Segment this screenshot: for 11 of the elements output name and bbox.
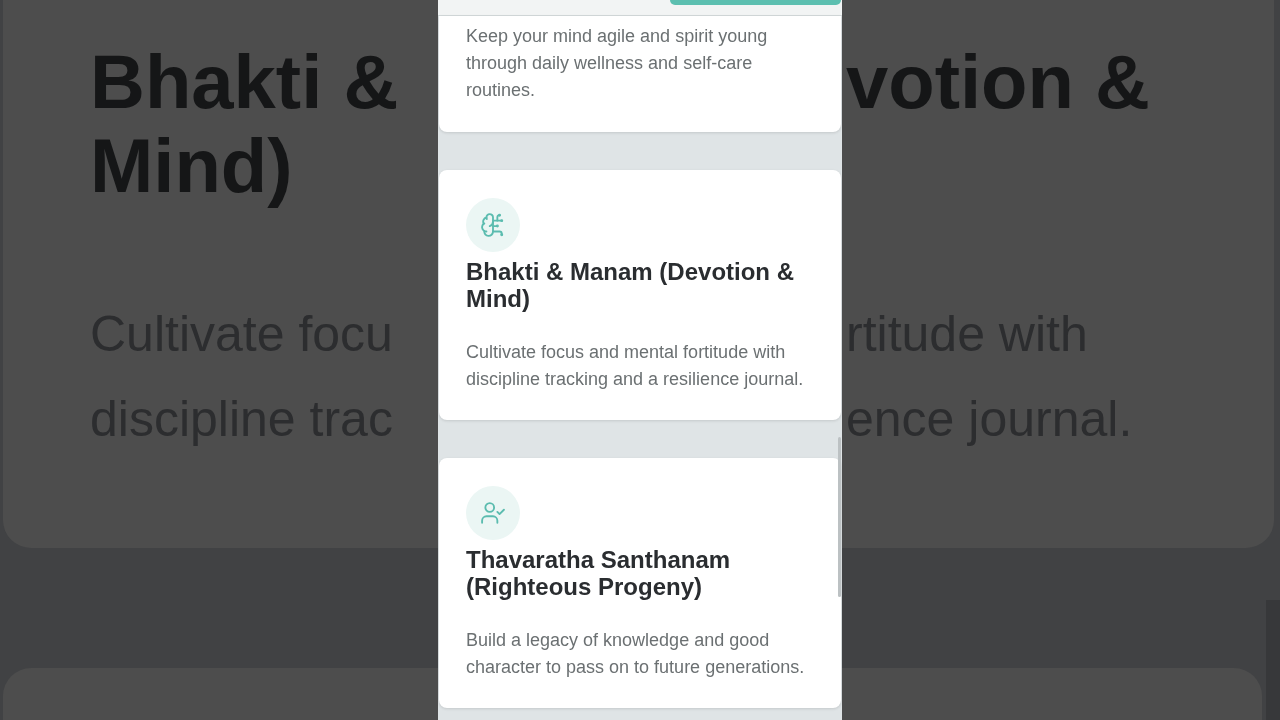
brain-circuit-icon (466, 198, 520, 252)
card-description: Cultivate focus and mental fortitude with discipline tracking and a resilience journal. (466, 341, 805, 391)
backdrop-title: Mind) (90, 124, 293, 208)
card-description: Build a legacy of knowledge and good character to pass on to future generations. (466, 629, 806, 679)
backdrop-title: votion & (846, 40, 1150, 124)
header-button[interactable] (670, 0, 841, 5)
card-description: Keep your mind agile and spirit young through daily wellness and self-care routines. (466, 25, 769, 102)
backdrop-title: Bhakti & (90, 40, 399, 124)
card-title: Thavaratha Santhanam (Righteous Progeny) (466, 546, 732, 600)
card-title: Bhakti & Manam (Devotion & Mind) (466, 258, 796, 312)
user-check-icon (466, 486, 520, 540)
